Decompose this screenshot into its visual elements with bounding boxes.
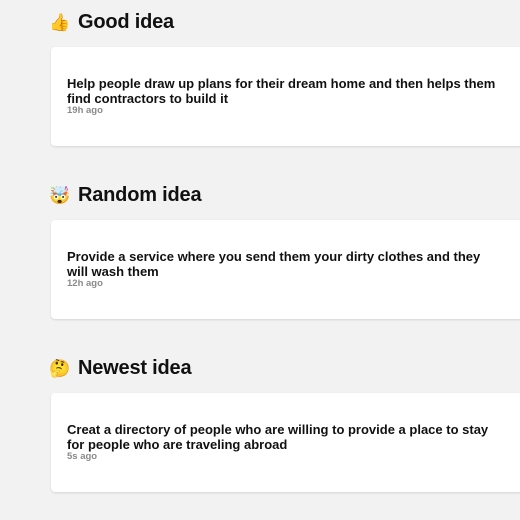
idea-text: Provide a service where you send them yo… <box>67 249 481 279</box>
section-title: Random idea <box>78 183 202 206</box>
idea-card[interactable]: Creat a directory of people who are will… <box>51 393 520 492</box>
ideas-page: 👍 Good idea Help people draw up plans fo… <box>0 0 520 520</box>
thumbs-up-icon: 👍 <box>49 12 71 32</box>
idea-text: Help people draw up plans for their drea… <box>67 76 496 106</box>
idea-timestamp: 5s ago <box>67 451 98 462</box>
section-header: 🤯 Random idea <box>49 181 202 209</box>
exploding-head-icon: 🤯 <box>49 185 71 205</box>
idea-timestamp: 12h ago <box>67 278 103 289</box>
section-header: 🤔 Newest idea <box>49 354 192 382</box>
idea-timestamp: 19h ago <box>67 105 103 116</box>
section-header: 👍 Good idea <box>49 8 174 36</box>
section-title: Newest idea <box>78 356 192 379</box>
thinking-face-icon: 🤔 <box>49 358 71 378</box>
idea-card[interactable]: Help people draw up plans for their drea… <box>51 47 520 146</box>
section-title: Good idea <box>78 10 174 33</box>
idea-card[interactable]: Provide a service where you send them yo… <box>51 220 520 319</box>
idea-text: Creat a directory of people who are will… <box>67 422 489 452</box>
